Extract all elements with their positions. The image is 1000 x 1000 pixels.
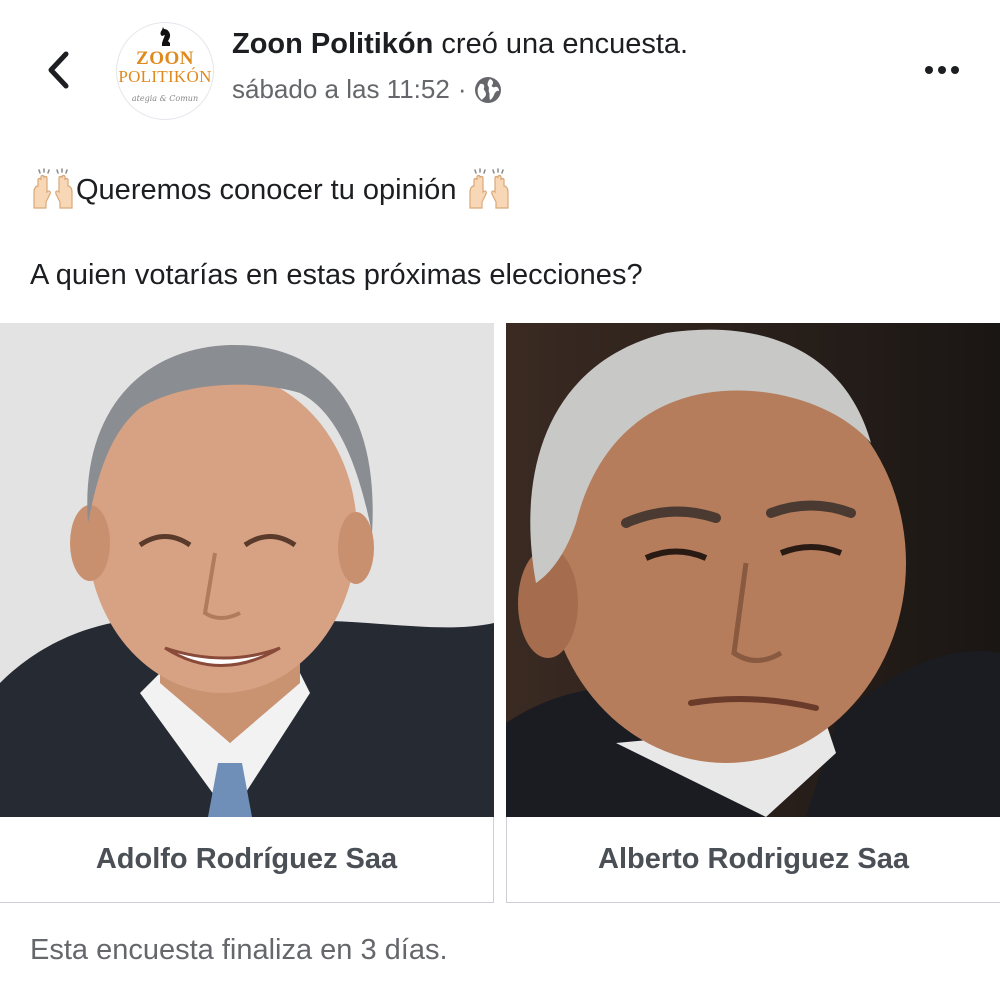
page-name-link[interactable]: Zoon Politikón <box>232 28 433 60</box>
meta-separator: · <box>457 74 467 104</box>
candidate-portrait-1 <box>0 323 494 817</box>
raised-hands-icon <box>33 168 73 209</box>
poll-option-1-button[interactable]: Adolfo Rodríguez Saa <box>0 817 494 903</box>
poll-option-1-photo[interactable] <box>0 323 494 817</box>
post-meta: sábado a las 11:52 · <box>232 74 502 105</box>
post-title: Zoon Politikón creó una encuesta. <box>232 28 688 61</box>
avatar-logo-top: ZOON <box>136 48 194 69</box>
post-text-line1: Queremos conocer tu opinión <box>30 168 512 212</box>
more-options-button[interactable] <box>916 52 968 88</box>
more-horizontal-icon <box>925 66 933 74</box>
page-avatar[interactable]: ZOON POLITIKÓN ategia & Comun <box>116 22 214 120</box>
chevron-left-icon <box>48 51 69 89</box>
post-action-text: creó una encuesta. <box>441 28 689 60</box>
raised-hands-icon <box>469 168 510 209</box>
avatar-logo-sub: ategia & Comun <box>131 94 199 103</box>
poll-question: A quien votarías en estas próximas elecc… <box>30 259 643 291</box>
knight-logo-icon <box>160 27 171 46</box>
globe-icon <box>475 76 502 103</box>
candidate-portrait-2 <box>506 323 1000 817</box>
avatar-logo-mid: POLITIKÓN <box>118 67 212 86</box>
back-button[interactable] <box>36 44 80 96</box>
post-text-opinion: Queremos conocer tu opinión <box>76 173 457 206</box>
post-timestamp[interactable]: sábado a las 11:52 <box>232 74 450 105</box>
poll-option-2-photo[interactable] <box>506 323 1000 817</box>
poll-ends-notice: Esta encuesta finaliza en 3 días. <box>30 934 448 966</box>
post-header: ZOON POLITIKÓN ategia & Comun Zoon Polit… <box>0 0 1000 140</box>
poll-option-2-button[interactable]: Alberto Rodriguez Saa <box>506 817 1000 903</box>
